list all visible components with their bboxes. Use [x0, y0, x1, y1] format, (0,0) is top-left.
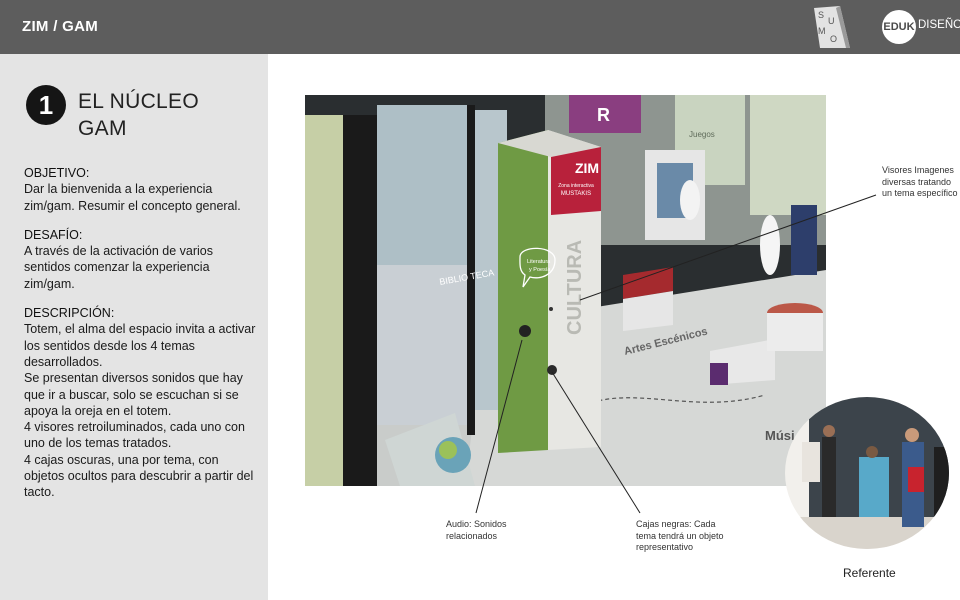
section-title-line2: GAM — [78, 117, 127, 140]
sumo-logo: S U M O — [814, 6, 850, 48]
objetivo-block: OBJETIVO: Dar la bienvenida a la experie… — [24, 165, 256, 214]
descripcion-paragraph: 4 cajas oscuras, una por tema, con objet… — [24, 452, 254, 500]
eduk-logo-text: DISEÑO — [918, 19, 960, 31]
header-bar: ZIM / GAM S U M O EDUK DISEÑO — [0, 0, 960, 54]
desafio-block: DESAFÍO: A través de la activación de va… — [24, 227, 256, 292]
callout-visores: Visores Imagenes diversas tratando un te… — [882, 165, 958, 198]
referente-label: Referente — [843, 566, 896, 580]
totem-bubble-text-1: Literatura — [527, 259, 551, 265]
descripcion-paragraph: Totem, el alma del espacio invita a acti… — [24, 322, 256, 369]
totem-bubble-text-2: y Poesía — [529, 267, 551, 273]
section-title: EL NÚCLEO GAM — [78, 88, 258, 142]
header-title: ZIM / GAM — [22, 18, 99, 35]
objetivo-heading: OBJETIVO: — [24, 166, 90, 180]
desafio-heading: DESAFÍO: — [24, 227, 83, 242]
exhibition-render-image: R Juegos Artes Escénicos Músi ZIM Zona i… — [305, 95, 826, 486]
descripcion-paragraph: 4 visores retroiluminados, cada uno con … — [24, 420, 245, 451]
totem-logo: ZIM — [575, 160, 599, 176]
callout-audio: Audio: Sonidos relacionados — [446, 519, 507, 541]
render-top-banner-text: R — [597, 105, 610, 125]
descripcion-block: DESCRIPCIÓN: Totem, el alma del espacio … — [24, 305, 256, 501]
sumo-letter-u: U — [828, 16, 835, 26]
totem-vertical-text: CULTURA — [564, 240, 586, 335]
referente-photo — [785, 397, 949, 549]
sumo-letter-m: M — [818, 26, 826, 36]
sidebar-content: OBJETIVO: Dar la bienvenida a la experie… — [24, 165, 256, 514]
descripcion-heading: DESCRIPCIÓN: — [24, 306, 115, 321]
render-side-sign: Juegos — [689, 130, 715, 139]
section-number-badge: 1 — [26, 85, 66, 125]
sumo-letter-o: O — [830, 34, 837, 44]
callout-cajas: Cajas negras: Cada tema tendrá un objeto… — [636, 519, 724, 552]
totem-subtitle-2: MUSTAKIS — [561, 191, 591, 197]
objetivo-text: Dar la bienvenida a la experiencia zim/g… — [24, 182, 241, 213]
section-title-line1: EL NÚCLEO — [78, 90, 199, 113]
sumo-letter-s: S — [818, 10, 824, 20]
desafio-text: A través de la activación de varios sent… — [24, 244, 213, 291]
totem-subtitle-1: Zona interactiva — [558, 183, 594, 189]
eduk-logo-badge: EDUK — [882, 10, 916, 44]
descripcion-paragraph: Se presentan diversos sonidos que hay qu… — [24, 371, 243, 418]
